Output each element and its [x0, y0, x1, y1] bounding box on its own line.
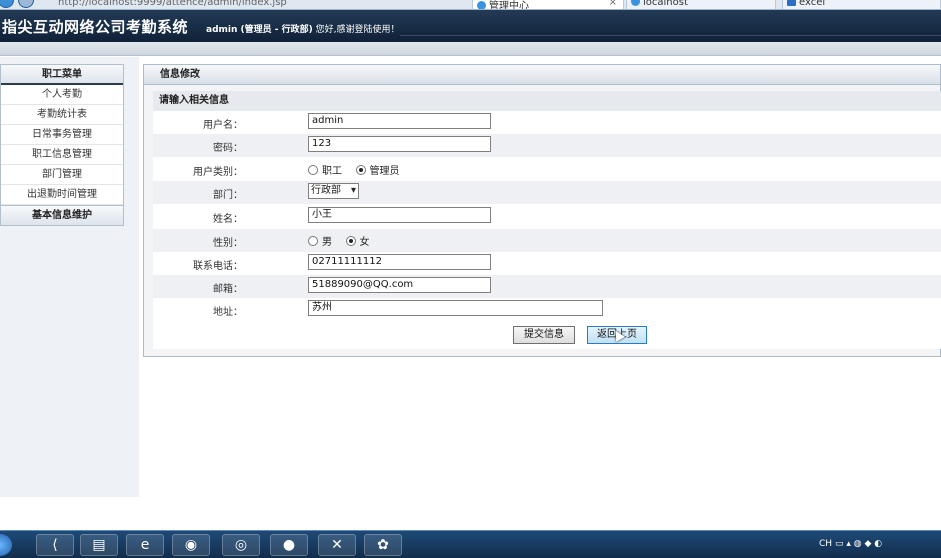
- system-tray: CH ▭ ▴ ◍ ◆ ◐: [811, 531, 941, 558]
- usertype-option-admin: 管理员: [369, 166, 400, 177]
- tab-label: 管理中心: [489, 1, 529, 10]
- app-icon-4[interactable]: ◉: [172, 534, 210, 556]
- form-row-gender: 性别： 男 女: [153, 229, 941, 252]
- shield-icon[interactable]: ◆: [864, 539, 871, 549]
- page-icon: [787, 0, 796, 6]
- browser-back-icon[interactable]: [0, 0, 14, 8]
- app-header: 指尖互动网络公司考勤系统 admin (管理员 - 行政部) 您好,感谢登陆使用…: [0, 10, 941, 42]
- usertype-radio-admin[interactable]: [355, 165, 366, 175]
- sidebar-section-basic-info[interactable]: 基本信息维护: [1, 205, 123, 225]
- password-input[interactable]: 123: [308, 136, 491, 152]
- tab-excel[interactable]: excel: [782, 0, 941, 9]
- name-input[interactable]: 小王: [308, 207, 491, 223]
- sidebar-item-personal-attendance[interactable]: 个人考勤: [1, 85, 123, 105]
- submit-button[interactable]: 提交信息: [513, 326, 575, 344]
- address-input[interactable]: 苏州: [308, 300, 603, 316]
- app-icon-1[interactable]: ⟨: [36, 534, 74, 556]
- sidebar-item-daily-affairs[interactable]: 日常事务管理: [1, 125, 123, 145]
- username-label: 用户名：: [203, 120, 243, 131]
- app-title: 指尖互动网络公司考勤系统: [2, 18, 189, 36]
- sidebar-item-departments[interactable]: 部门管理: [1, 165, 123, 185]
- email-label: 邮箱：: [213, 284, 243, 295]
- welcome-text: admin (管理员 - 行政部) 您好,感谢登陆使用！: [206, 22, 400, 35]
- dept-selected-value: 行政部: [311, 185, 341, 196]
- sidebar-item-attendance-stats[interactable]: 考勤统计表: [1, 105, 123, 125]
- form-row-phone: 联系电话： 02711111112: [153, 252, 941, 275]
- header-divider: [400, 35, 941, 36]
- sidebar-item-staff-info[interactable]: 职工信息管理: [1, 145, 123, 165]
- menu-title: 职工菜单: [1, 65, 123, 85]
- email-input[interactable]: 51889090@QQ.com: [308, 277, 491, 293]
- form-row-email: 邮箱： 51889090@QQ.com: [153, 275, 941, 298]
- address-label: 地址：: [213, 307, 243, 318]
- usertype-radio-staff[interactable]: [308, 165, 318, 175]
- greeting: 您好,感谢登陆使用！: [315, 25, 400, 35]
- ie-icon: [477, 1, 486, 9]
- excel-icon[interactable]: ✕: [318, 534, 356, 556]
- start-button-icon[interactable]: [0, 534, 12, 556]
- keyboard-icon[interactable]: ▭: [835, 539, 844, 549]
- chevron-down-icon: ▾: [350, 185, 356, 196]
- browser-forward-icon[interactable]: [18, 0, 34, 8]
- phone-label: 联系电话：: [193, 261, 243, 272]
- gender-label: 性别：: [213, 238, 243, 249]
- usertype-option-staff: 职工: [322, 166, 342, 177]
- ie-icon: [631, 0, 640, 6]
- form-row-username: 用户名： admin: [153, 111, 941, 134]
- name-label: 姓名：: [213, 214, 243, 225]
- form-row-address: 地址： 苏州: [153, 298, 941, 321]
- app-icon-5[interactable]: ◎: [222, 534, 260, 556]
- gender-option-female: 女: [359, 237, 370, 248]
- usertype-label: 用户类别：: [193, 167, 243, 178]
- edit-form: 请输入相关信息 用户名： admin 密码： 123 用户类别： 职工 管理员 …: [153, 91, 941, 349]
- browser-chrome: http://localhost:9999/attence/admin/inde…: [0, 0, 941, 10]
- form-row-dept: 部门： 行政部 ▾: [153, 181, 941, 204]
- form-title: 请输入相关信息: [153, 91, 941, 111]
- form-row-name: 姓名： 小王: [153, 205, 941, 228]
- main-panel: 信息修改 请输入相关信息 用户名： admin 密码： 123 用户类别： 职工…: [143, 64, 941, 357]
- tab-admin-center[interactable]: 管理中心 ×: [472, 0, 624, 9]
- dept-select[interactable]: 行政部 ▾: [308, 183, 359, 199]
- gender-radio-male[interactable]: [308, 236, 318, 246]
- dept-label: 部门：: [213, 190, 243, 201]
- folder-icon[interactable]: ▤: [80, 534, 118, 556]
- sidebar-item-work-hours[interactable]: 出退勤时间管理: [1, 185, 123, 205]
- panel-title: 信息修改: [144, 65, 940, 85]
- sub-header-bar: [0, 42, 941, 56]
- input-language[interactable]: CH: [819, 539, 832, 549]
- gender-option-male: 男: [322, 237, 332, 248]
- form-row-password: 密码： 123: [153, 134, 941, 157]
- tray-expand-icon[interactable]: ▴: [846, 539, 851, 549]
- current-user: admin (管理员 - 行政部): [206, 25, 313, 35]
- app-icon-6[interactable]: ●: [270, 534, 308, 556]
- address-bar[interactable]: http://localhost:9999/attence/admin/inde…: [58, 0, 287, 8]
- volume-icon[interactable]: ◐: [874, 539, 882, 549]
- tab-label: excel: [799, 0, 826, 8]
- phone-input[interactable]: 02711111112: [308, 254, 491, 270]
- close-tab-icon[interactable]: ×: [609, 0, 617, 8]
- sidebar-menu: 职工菜单 个人考勤 考勤统计表 日常事务管理 职工信息管理 部门管理 出退勤时间…: [0, 64, 124, 226]
- form-row-usertype: 用户类别： 职工 管理员: [153, 158, 941, 181]
- taskbar: ⟨ ▤ e ◉ ◎ ● ✕ ✿ CH ▭ ▴ ◍ ◆ ◐: [0, 530, 941, 558]
- tab-label: localhost: [643, 0, 688, 8]
- tab-localhost[interactable]: localhost: [626, 0, 776, 9]
- password-label: 密码：: [213, 143, 243, 154]
- gender-radio-female[interactable]: [345, 236, 356, 246]
- network-icon[interactable]: ◍: [854, 539, 862, 549]
- app-icon-8[interactable]: ✿: [364, 534, 402, 556]
- username-input[interactable]: admin: [308, 113, 491, 129]
- ie-browser-icon[interactable]: e: [126, 534, 164, 556]
